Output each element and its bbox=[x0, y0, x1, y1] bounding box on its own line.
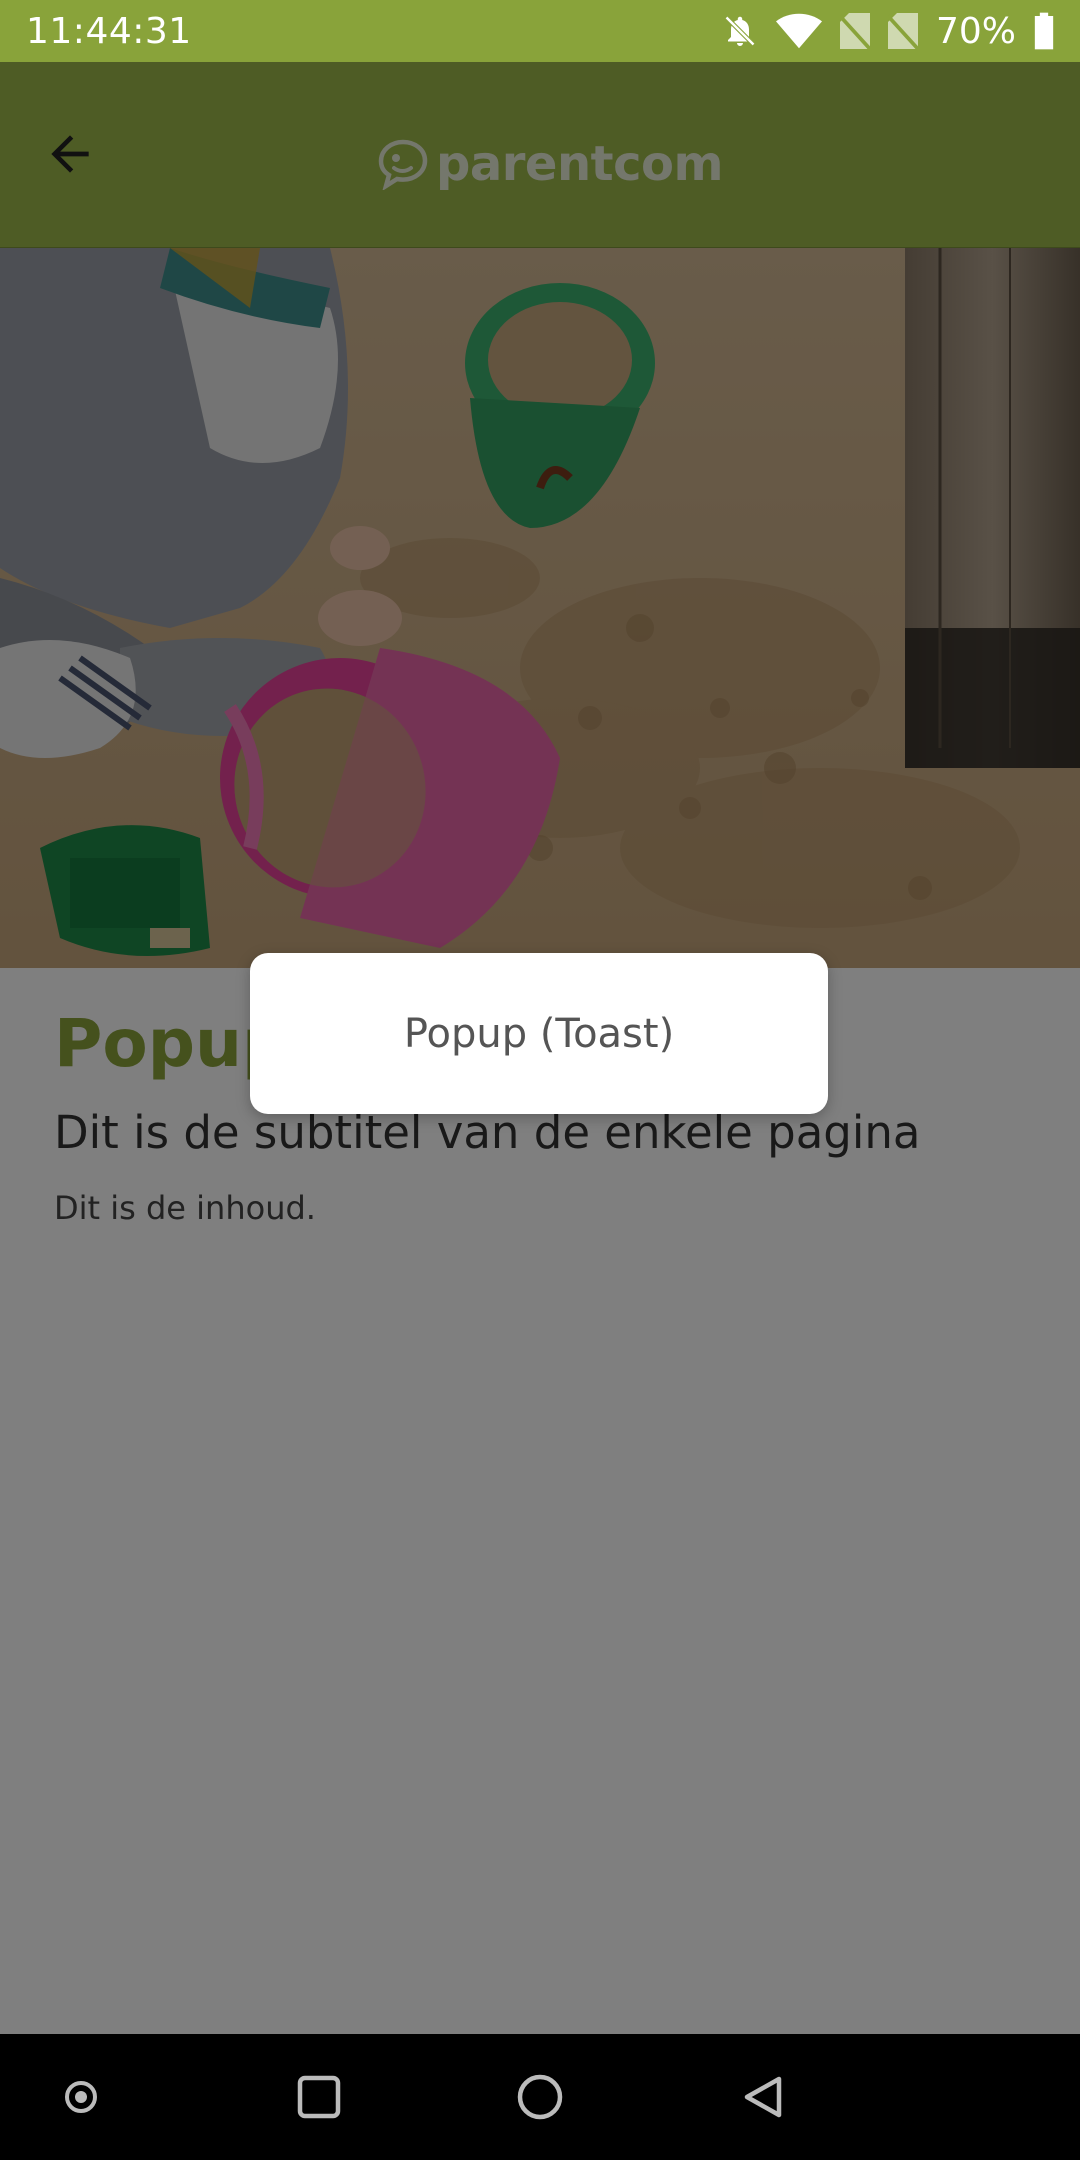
no-sim-icon bbox=[839, 13, 870, 49]
home-icon bbox=[517, 2074, 563, 2120]
status-bar: 11:44:31 70% bbox=[0, 0, 1080, 62]
no-sim-icon bbox=[887, 13, 918, 49]
status-icons: 70% bbox=[722, 11, 1054, 52]
notifications-off-icon bbox=[722, 13, 758, 49]
screen: 11:44:31 70% Popup (Toast) bbox=[0, 0, 1080, 2160]
toast-text: Popup (Toast) bbox=[403, 1010, 675, 1057]
battery-percent: 70% bbox=[935, 10, 1016, 52]
home-button[interactable] bbox=[507, 2064, 573, 2130]
wifi-icon bbox=[775, 13, 822, 49]
status-time: 11:44:31 bbox=[26, 10, 192, 52]
back-nav-button[interactable] bbox=[730, 2064, 796, 2130]
back-triangle-icon bbox=[744, 2076, 782, 2118]
toast-popup: Popup (Toast) bbox=[250, 953, 828, 1114]
recents-button[interactable] bbox=[286, 2064, 352, 2130]
recents-icon bbox=[297, 2075, 341, 2119]
battery-icon bbox=[1034, 12, 1054, 50]
navigation-bar bbox=[0, 2034, 1080, 2160]
dot-icon bbox=[65, 2081, 97, 2113]
assistant-button[interactable] bbox=[48, 2064, 114, 2130]
